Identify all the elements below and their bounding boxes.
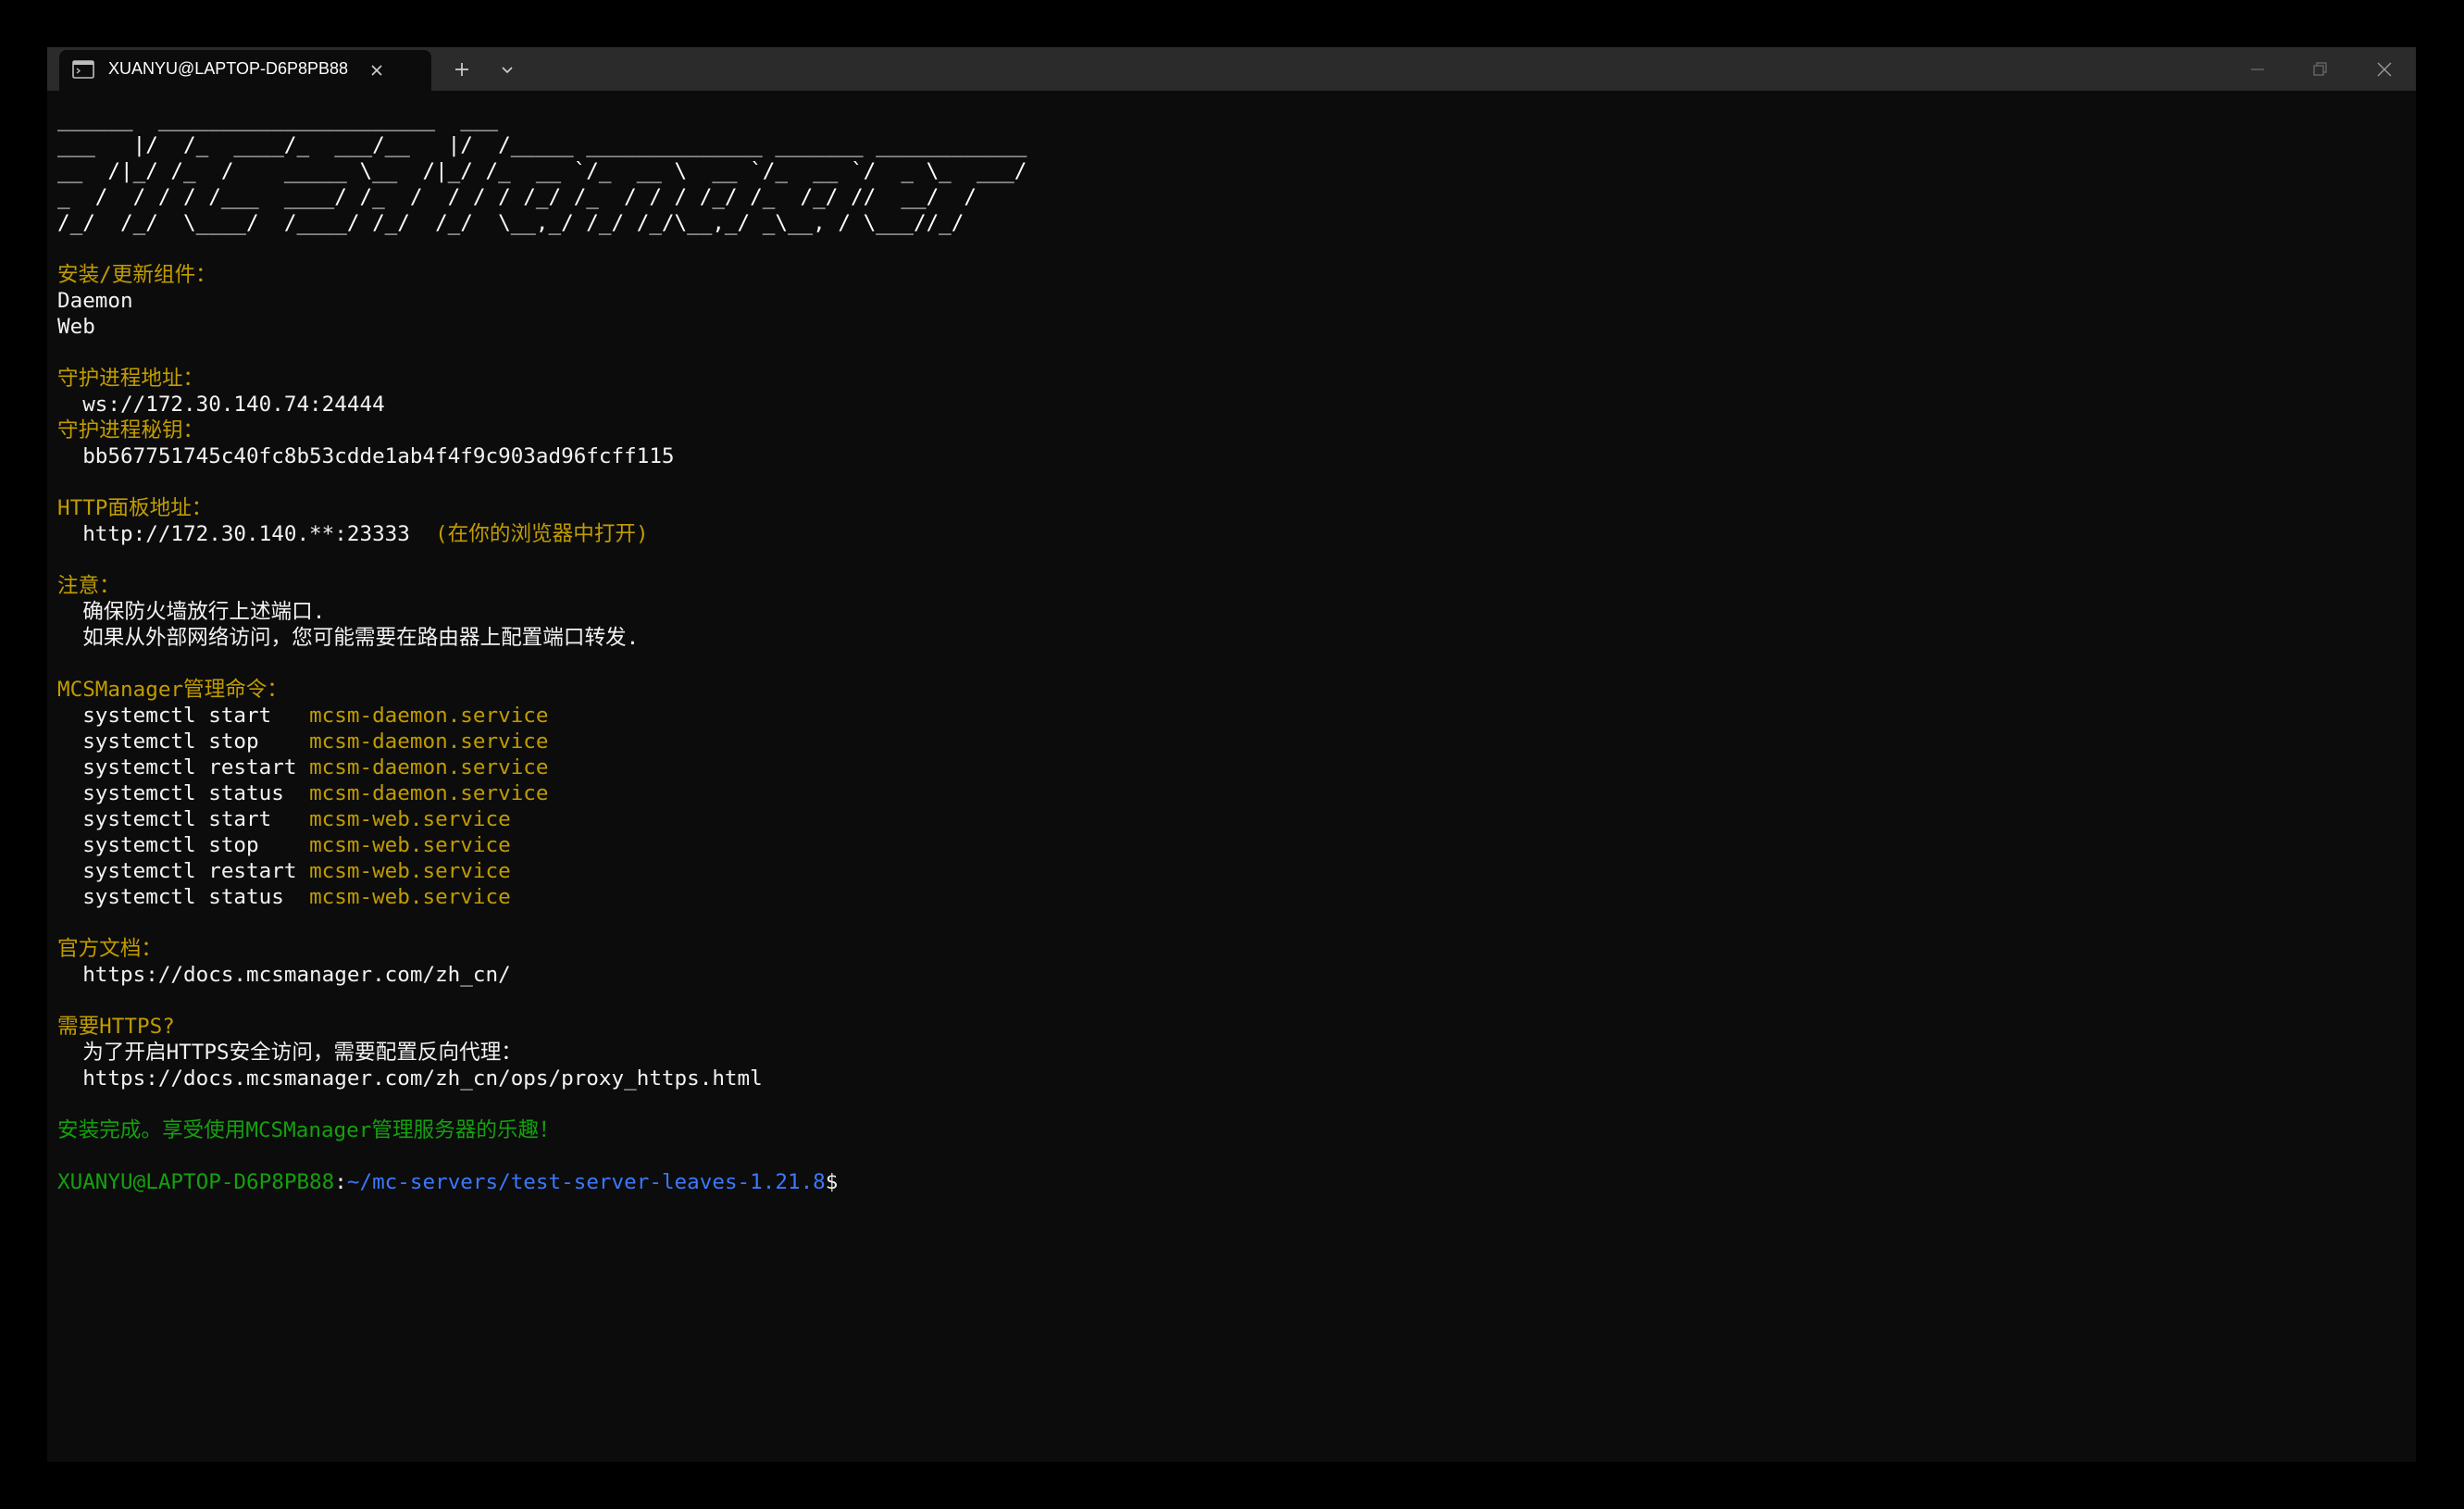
prompt-colon: : [334,1170,347,1194]
notes-heading: 注意： [57,574,120,598]
service-name: mcsm-web.service [309,859,511,883]
component-item: Web [57,315,95,339]
command-line: systemctl start mcsm-web.service [57,806,2399,832]
shell-prompt[interactable]: XUANYU@LAPTOP-D6P8PB88:~/mc-servers/test… [57,1169,2399,1195]
banner-line: /_/ /_/ \____/ /____/ /_/ /_/ \__,_/ /_/… [57,211,964,235]
minimize-icon [2251,69,2264,70]
prompt-symbol: $ [825,1170,839,1194]
commands-heading: MCSManager管理命令： [57,678,288,702]
prompt-user-host: XUANYU@LAPTOP-D6P8PB88 [57,1170,335,1194]
https-url: https://docs.mcsmanager.com/zh_cn/ops/pr… [57,1066,763,1091]
command-line: systemctl stop mcsm-web.service [57,832,2399,858]
tab-title: XUANYU@LAPTOP-D6P8PB88 [108,59,349,78]
daemon-key: bb567751745c40fc8b53cdde1ab4f4f9c903ad96… [57,444,675,468]
restore-icon [2313,62,2327,76]
banner-line: ___ |/ /_ ____/_ ___/__ |/ /_____ ______… [57,133,1027,157]
prompt-path: ~/mc-servers/test-server-leaves-1.21.8 [346,1170,826,1194]
service-name: mcsm-daemon.service [309,704,549,728]
terminal-icon [72,60,94,79]
command-line: systemctl restart mcsm-daemon.service [57,754,2399,780]
terminal-tab[interactable]: XUANYU@LAPTOP-D6P8PB88 [59,50,431,91]
note-item: 如果从外部网络访问，您可能需要在路由器上配置端口转发. [57,626,640,650]
command-text: systemctl restart [57,859,310,883]
components-heading: 安装/更新组件： [57,263,217,287]
http-panel-note: (在你的浏览器中打开) [409,522,649,546]
service-name: mcsm-daemon.service [309,781,549,805]
command-text: systemctl status [57,885,310,909]
maximize-button[interactable] [2289,47,2352,91]
http-panel-heading: HTTP面板地址： [57,496,213,520]
title-bar[interactable]: XUANYU@LAPTOP-D6P8PB88 [47,47,2416,91]
component-item: Daemon [57,289,133,313]
command-text: systemctl stop [57,730,310,754]
daemon-key-heading: 守护进程秘钥： [57,418,205,443]
docs-heading: 官方文档： [57,937,162,961]
command-text: systemctl start [57,704,310,728]
chevron-down-icon[interactable] [496,58,518,81]
service-name: mcsm-web.service [309,807,511,831]
command-line: systemctl stop mcsm-daemon.service [57,729,2399,754]
command-text: systemctl stop [57,833,310,857]
daemon-address: ws://172.30.140.74:24444 [57,393,385,417]
https-heading: 需要HTTPS? [57,1015,175,1039]
daemon-address-heading: 守护进程地址： [57,367,205,391]
banner-line: __ /|_/ /_ / _____ \__ /|_/ /_ __ `/_ __… [57,159,1027,183]
command-line: systemctl start mcsm-daemon.service [57,703,2399,729]
command-text: systemctl start [57,807,310,831]
terminal-output[interactable]: ______ ______________________ ___ ___ |/… [57,106,2399,1449]
new-tab-icon[interactable] [449,56,475,82]
http-panel-address: http://172.30.140.**:23333 [57,522,410,546]
https-text: 为了开启HTTPS安全访问，需要配置反向代理： [57,1041,522,1065]
http-panel-line: http://172.30.140.**:23333 (在你的浏览器中打开) [57,521,2399,547]
banner-line: _ / / / / /___ ____/ /_ / / / / /_/ /_ /… [57,185,977,209]
service-name: mcsm-daemon.service [309,730,549,754]
note-item: 确保防火墙放行上述端口. [57,600,326,624]
service-name: mcsm-daemon.service [309,755,549,779]
service-name: mcsm-web.service [309,885,511,909]
command-line: systemctl status mcsm-daemon.service [57,780,2399,806]
docs-url: https://docs.mcsmanager.com/zh_cn/ [57,963,511,987]
command-text: systemctl restart [57,755,310,779]
close-button[interactable] [2353,47,2416,91]
tab-close-icon[interactable] [366,59,388,81]
install-success-message: 安装完成。享受使用MCSManager管理服务器的乐趣！ [57,1118,560,1142]
minimize-button[interactable] [2226,47,2289,91]
terminal-window: XUANYU@LAPTOP-D6P8PB88 ______ __________… [47,47,2416,1462]
command-line: systemctl status mcsm-web.service [57,884,2399,910]
command-text: systemctl status [57,781,310,805]
banner-line: ______ ______________________ ___ [57,107,499,131]
command-line: systemctl restart mcsm-web.service [57,858,2399,884]
service-name: mcsm-web.service [309,833,511,857]
close-icon [2377,62,2392,77]
